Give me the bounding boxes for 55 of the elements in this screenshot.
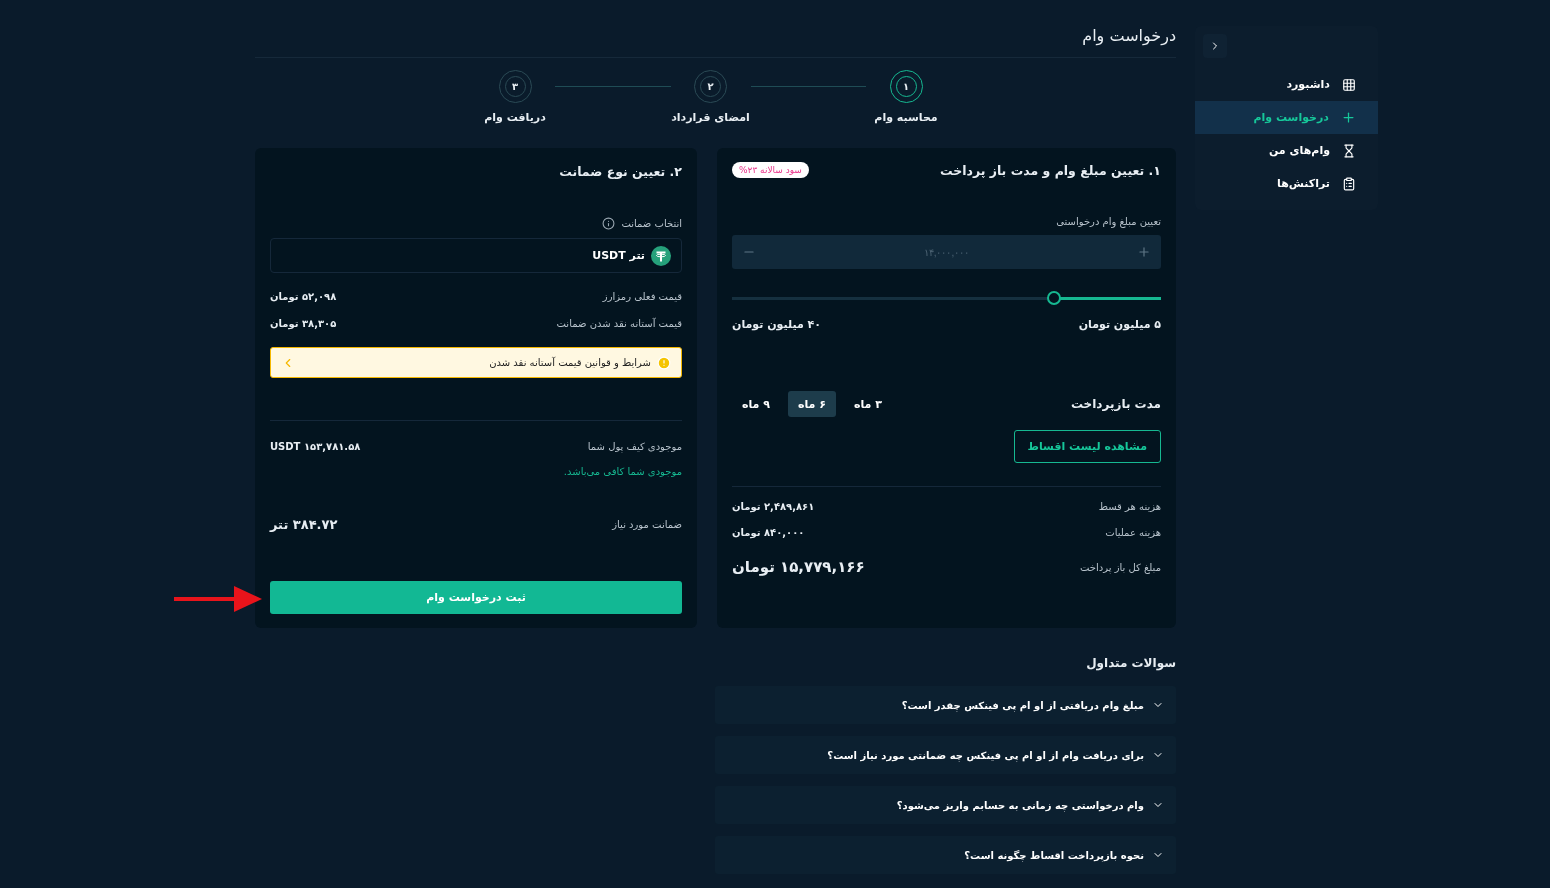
sidebar-item[interactable]: تراکنش‌ها: [1195, 167, 1378, 200]
period-label: مدت بازپرداخت: [1070, 397, 1161, 411]
faq-item[interactable]: مبلغ وام دریافتی از او ام پی فینکس چقدر است؟: [715, 686, 1176, 724]
slider-thumb[interactable]: [1046, 291, 1061, 305]
period-tab[interactable]: ۶ ماه: [788, 391, 836, 417]
amount-input[interactable]: ۱۴,۰۰۰,۰۰۰: [846, 245, 1047, 259]
row-label: هزینه عملیات: [1105, 527, 1161, 538]
row-label: ضمانت مورد نیاز: [612, 519, 682, 530]
sidebar-item[interactable]: وام‌های من: [1195, 134, 1378, 167]
total-value: ۱۵,۷۷۹,۱۶۶ تومان: [732, 558, 865, 576]
row-value: ۳۸,۳۰۵ تومان: [270, 318, 337, 329]
faq-item[interactable]: نحوه بازپرداخت اقساط چگونه است؟: [715, 836, 1176, 874]
collateral-select[interactable]: تتر USDT: [270, 238, 682, 273]
notice-banner[interactable]: شرایط و قوانین قیمت آستانه نقد شدن: [270, 347, 682, 378]
period-tab[interactable]: ۳ ماه: [843, 391, 892, 417]
row-label: هزینه هر قسط: [1098, 501, 1161, 512]
hourglass-icon: [1342, 143, 1356, 158]
field-label: تعیین مبلغ وام درخواستی: [1055, 216, 1161, 227]
faq-item[interactable]: برای دریافت وام از او ام پی فینکس چه ضمانتی مورد نیاز است؟: [715, 736, 1176, 774]
installments-button[interactable]: مشاهده لیست اقساط: [1013, 430, 1161, 463]
faq-item[interactable]: وام درخواستی چه زمانی به حسابم واریز می‌شود؟: [715, 786, 1176, 824]
plus-icon: [1341, 110, 1356, 125]
card-title: ۲. تعیین نوع ضمانت: [558, 164, 682, 179]
warning-icon: [657, 355, 671, 370]
plus-icon: [1137, 245, 1151, 259]
info-icon: [602, 217, 616, 230]
row-label: موجودی کیف پول شما: [587, 441, 682, 452]
card-title: ۱. تعیین مبلغ وام و مدت باز پرداخت: [939, 162, 1161, 178]
wallet-balance: ۱۵۳,۷۸۱.۵۸ USDT: [270, 441, 361, 452]
row-value: ۸۴۰,۰۰۰ تومان: [732, 527, 805, 538]
grid-icon: [1342, 77, 1356, 92]
row-label: مبلغ کل باز پرداخت: [1079, 561, 1161, 573]
sidebar-item[interactable]: درخواست وام: [1195, 101, 1378, 134]
coin-icon: [651, 245, 671, 266]
clipboard-icon: [1342, 176, 1356, 191]
interest-badge: سود سالانه ۲۳%: [732, 162, 809, 178]
step-label: امضای قرارداد: [671, 111, 750, 124]
max-amount: ۴۰ میلیون تومان: [732, 318, 822, 331]
row-value: ۲,۴۸۹,۸۶۱ تومان: [732, 501, 815, 512]
row-value: ۵۲,۰۹۸ تومان: [270, 291, 337, 302]
page-title: درخواست وام: [255, 26, 1176, 58]
plus-button[interactable]: [1137, 245, 1151, 259]
notice-text: شرایط و قوانین قیمت آستانه نقد شدن: [488, 357, 651, 368]
row-label: قیمت آستانه نقد شدن ضمانت: [556, 318, 682, 329]
min-amount: ۵ میلیون تومان: [1078, 318, 1161, 331]
faq-title: سوالات متداول: [1085, 656, 1176, 670]
collapse-button[interactable]: [1203, 34, 1227, 58]
required-value: ۳۸۴.۷۲ تتر: [270, 517, 338, 532]
field-label: انتخاب ضمانت: [621, 218, 682, 229]
period-tab[interactable]: ۹ ماه: [732, 391, 780, 417]
step-label: محاسبه وام: [874, 111, 938, 124]
row-label: قیمت فعلی رمزارز: [602, 291, 682, 302]
sidebar-item[interactable]: داشبورد: [1195, 68, 1378, 101]
step-label: دریافت وام: [484, 111, 546, 124]
balance-status: موجودی شما کافی می‌باشد.: [563, 466, 682, 477]
